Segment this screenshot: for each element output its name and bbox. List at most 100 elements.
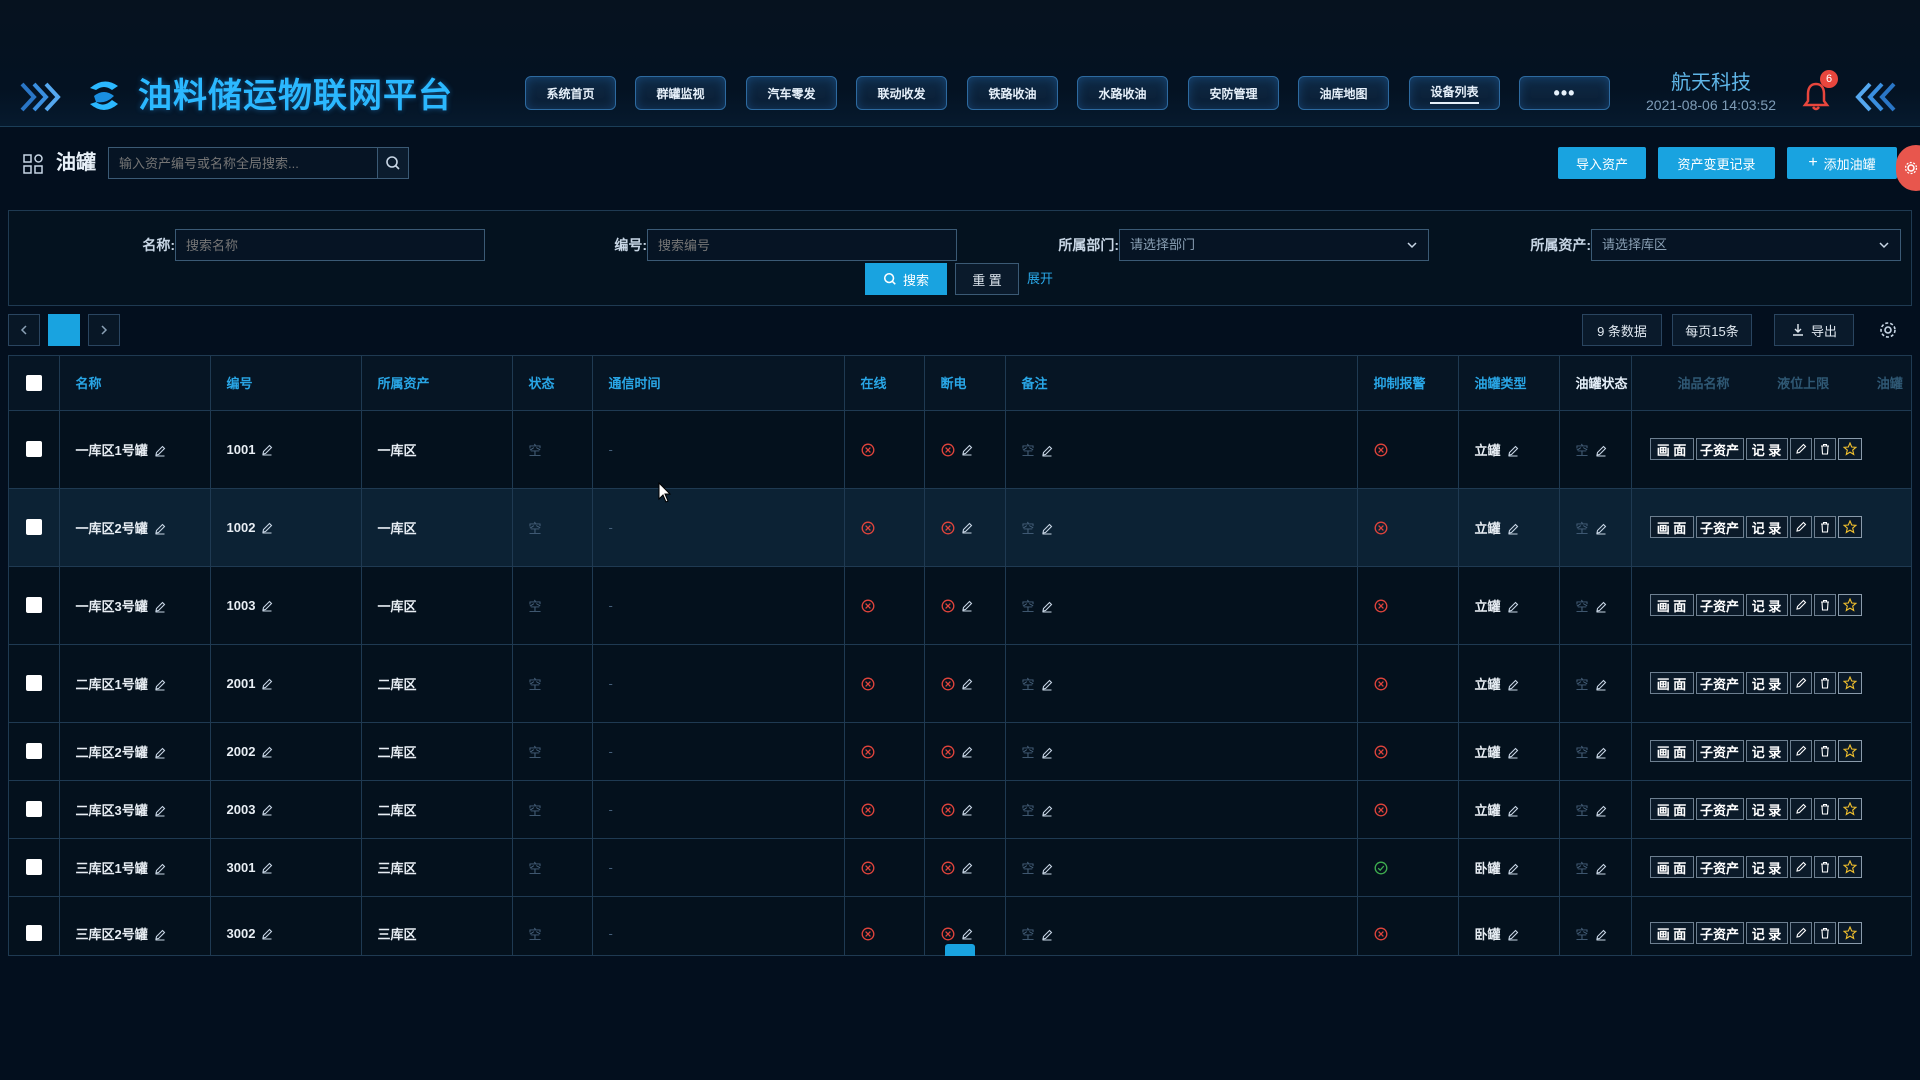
- edit-icon[interactable]: [1507, 747, 1519, 759]
- edit-icon[interactable]: [154, 445, 166, 457]
- sub-asset-button[interactable]: 子资产: [1695, 798, 1744, 820]
- col-tank-status[interactable]: 油罐状态: [1559, 356, 1632, 411]
- delete-row-button[interactable]: [1813, 516, 1836, 538]
- code-filter-input[interactable]: [647, 229, 957, 261]
- asset-change-log-button[interactable]: 资产变更记录: [1658, 147, 1775, 179]
- record-button[interactable]: 记 录: [1745, 856, 1788, 878]
- next-page-button[interactable]: [88, 314, 120, 346]
- sub-asset-button[interactable]: 子资产: [1695, 856, 1744, 878]
- row-checkbox[interactable]: [25, 925, 42, 942]
- edit-icon[interactable]: [1041, 863, 1053, 875]
- edit-icon[interactable]: [261, 804, 273, 816]
- prev-page-button[interactable]: [8, 314, 40, 346]
- edit-icon[interactable]: [1595, 805, 1607, 817]
- edit-row-button[interactable]: [1789, 594, 1812, 616]
- edit-icon[interactable]: [1041, 445, 1053, 457]
- filter-search-button[interactable]: 搜索: [865, 263, 947, 295]
- sub-asset-button[interactable]: 子资产: [1695, 594, 1744, 616]
- edit-icon[interactable]: [1595, 747, 1607, 759]
- record-button[interactable]: 记 录: [1745, 798, 1788, 820]
- select-all-checkbox[interactable]: [25, 375, 42, 392]
- edit-icon[interactable]: [961, 862, 973, 874]
- edit-row-button[interactable]: [1789, 798, 1812, 820]
- col-asset[interactable]: 所属资产: [361, 356, 513, 411]
- edit-row-button[interactable]: [1789, 516, 1812, 538]
- favorite-button[interactable]: [1837, 798, 1862, 820]
- edit-icon[interactable]: [154, 679, 166, 691]
- edit-icon[interactable]: [1507, 863, 1519, 875]
- page-size-select[interactable]: 每页15条: [1672, 314, 1752, 346]
- asset-filter-select[interactable]: 请选择库区: [1591, 229, 1901, 261]
- table-row[interactable]: 二库区2号罐 2002 二库区空 - 空立罐空画 面子资产记 录: [9, 722, 1911, 781]
- screen-button[interactable]: 画 面: [1649, 594, 1694, 616]
- edit-icon[interactable]: [961, 928, 973, 940]
- edit-icon[interactable]: [154, 863, 166, 875]
- page-number-1[interactable]: [48, 314, 80, 346]
- table-row[interactable]: 一库区1号罐 1001 一库区空 - 空立罐空画 面子资产记 录: [9, 410, 1911, 489]
- row-checkbox[interactable]: [25, 441, 42, 458]
- table-row[interactable]: 二库区3号罐 2003 二库区空 - 空立罐空画 面子资产记 录: [9, 780, 1911, 839]
- screen-button[interactable]: 画 面: [1649, 438, 1694, 460]
- sub-asset-button[interactable]: 子资产: [1695, 516, 1744, 538]
- edit-row-button[interactable]: [1789, 856, 1812, 878]
- column-settings-icon[interactable]: [1878, 320, 1898, 340]
- nav-home[interactable]: 系统首页: [525, 76, 616, 110]
- dept-filter-select[interactable]: 请选择部门: [1119, 229, 1429, 261]
- edit-icon[interactable]: [261, 600, 273, 612]
- edit-icon[interactable]: [1595, 445, 1607, 457]
- sub-asset-button[interactable]: 子资产: [1695, 740, 1744, 762]
- record-button[interactable]: 记 录: [1745, 922, 1788, 944]
- col-online[interactable]: 在线: [844, 356, 925, 411]
- edit-icon[interactable]: [261, 522, 273, 534]
- col-power-off[interactable]: 断电: [924, 356, 1006, 411]
- table-row[interactable]: 一库区2号罐 1002 一库区空 - 空立罐空画 面子资产记 录: [9, 488, 1911, 567]
- edit-icon[interactable]: [1507, 679, 1519, 691]
- favorite-button[interactable]: [1837, 922, 1862, 944]
- edit-icon[interactable]: [961, 746, 973, 758]
- screen-button[interactable]: 画 面: [1649, 672, 1694, 694]
- favorite-button[interactable]: [1837, 740, 1862, 762]
- edit-icon[interactable]: [961, 600, 973, 612]
- edit-row-button[interactable]: [1789, 438, 1812, 460]
- delete-row-button[interactable]: [1813, 438, 1836, 460]
- add-tank-button[interactable]: + 添加油罐: [1787, 147, 1897, 179]
- row-checkbox[interactable]: [25, 801, 42, 818]
- filter-expand-link[interactable]: 展开: [1027, 263, 1053, 295]
- favorite-button[interactable]: [1837, 594, 1862, 616]
- edit-icon[interactable]: [154, 805, 166, 817]
- nav-device-list[interactable]: 设备列表: [1409, 76, 1500, 110]
- record-button[interactable]: 记 录: [1745, 516, 1788, 538]
- edit-icon[interactable]: [1041, 747, 1053, 759]
- edit-row-button[interactable]: [1789, 740, 1812, 762]
- edit-icon[interactable]: [154, 523, 166, 535]
- edit-icon[interactable]: [1041, 523, 1053, 535]
- global-search-input[interactable]: [108, 147, 378, 179]
- edit-icon[interactable]: [1041, 601, 1053, 613]
- delete-row-button[interactable]: [1813, 798, 1836, 820]
- record-button[interactable]: 记 录: [1745, 740, 1788, 762]
- edit-icon[interactable]: [1595, 679, 1607, 691]
- delete-row-button[interactable]: [1813, 856, 1836, 878]
- record-button[interactable]: 记 录: [1745, 672, 1788, 694]
- col-name[interactable]: 名称: [59, 356, 211, 411]
- nav-linked-transfer[interactable]: 联动收发: [856, 76, 947, 110]
- col-suppress-alarm[interactable]: 抑制报警: [1357, 356, 1459, 411]
- edit-icon[interactable]: [261, 746, 273, 758]
- name-filter-input[interactable]: [175, 229, 485, 261]
- favorite-button[interactable]: [1837, 672, 1862, 694]
- edit-icon[interactable]: [154, 747, 166, 759]
- global-search-button[interactable]: [377, 147, 409, 179]
- edit-icon[interactable]: [1507, 601, 1519, 613]
- record-button[interactable]: 记 录: [1745, 594, 1788, 616]
- col-tank-type[interactable]: 油罐类型: [1458, 356, 1560, 411]
- screen-button[interactable]: 画 面: [1649, 740, 1694, 762]
- record-button[interactable]: 记 录: [1745, 438, 1788, 460]
- edit-icon[interactable]: [261, 928, 273, 940]
- screen-button[interactable]: 画 面: [1649, 516, 1694, 538]
- favorite-button[interactable]: [1837, 438, 1862, 460]
- edit-icon[interactable]: [1041, 929, 1053, 941]
- edit-icon[interactable]: [1507, 929, 1519, 941]
- col-extra[interactable]: 油罐: [1877, 376, 1903, 391]
- row-checkbox[interactable]: [25, 519, 42, 536]
- table-row[interactable]: 三库区1号罐 3001 三库区空 - 空卧罐空画 面子资产记 录: [9, 838, 1911, 897]
